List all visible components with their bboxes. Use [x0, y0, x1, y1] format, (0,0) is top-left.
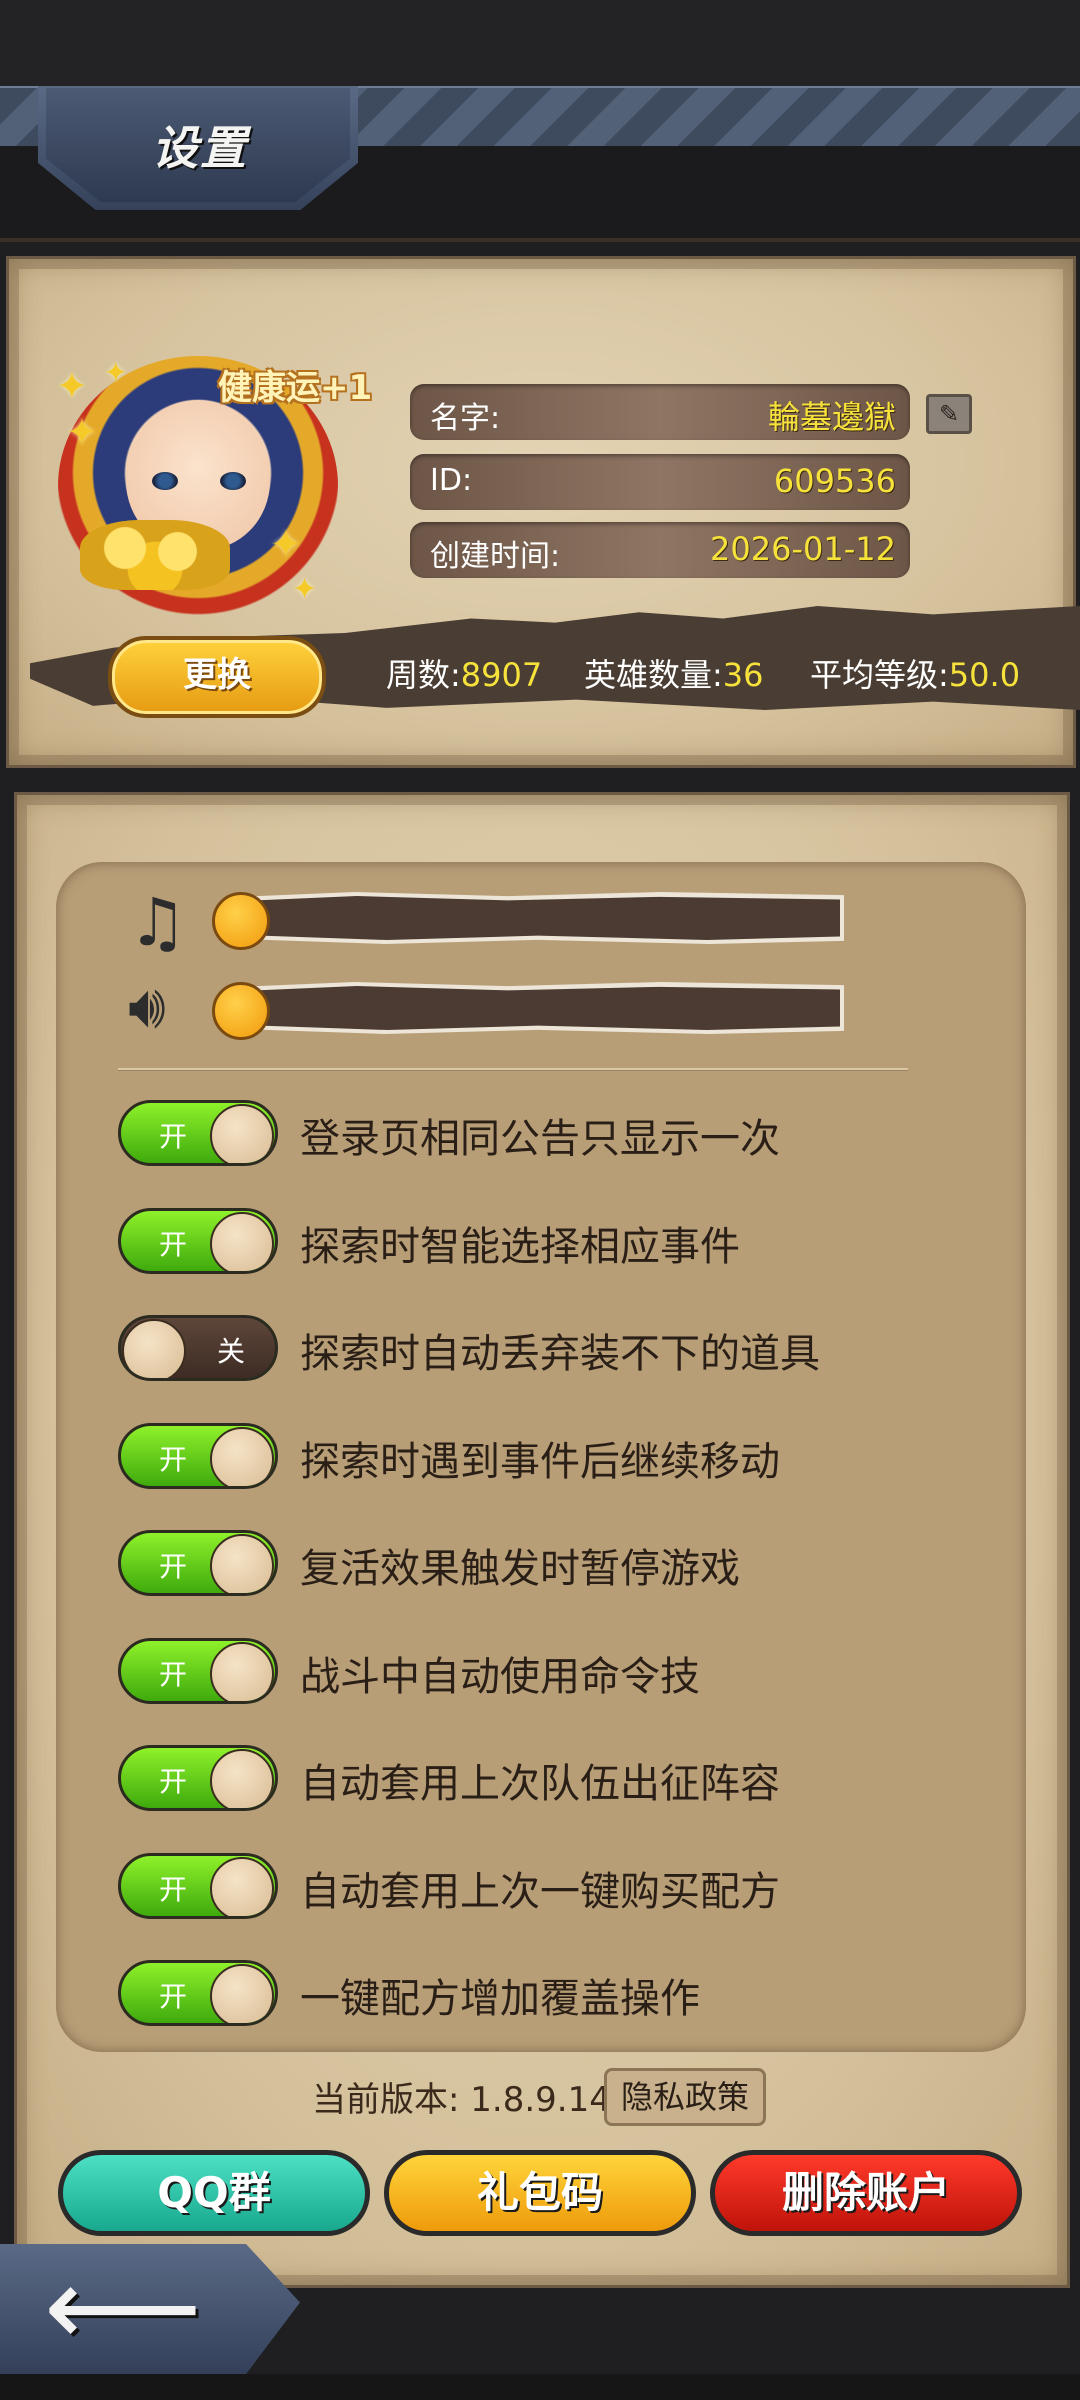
- qq-group-button[interactable]: QQ群: [58, 2150, 370, 2236]
- toggle-switch[interactable]: 开: [118, 1100, 278, 1166]
- heroes-value: 36: [722, 656, 764, 694]
- id-value: 609536: [773, 462, 896, 500]
- name-value: 輪墓邊獄: [767, 398, 896, 436]
- fortune-tag: 健康运+1: [218, 368, 373, 408]
- toggle-switch[interactable]: 关: [118, 1315, 278, 1381]
- id-label: ID:: [430, 463, 473, 498]
- music-volume-slider[interactable]: [236, 896, 840, 940]
- gold-ingot-decoration: [80, 520, 230, 590]
- back-arrow-icon: ⟵: [44, 2243, 202, 2371]
- setting-label: 一键配方增加覆盖操作: [300, 1976, 700, 2022]
- toggle-switch[interactable]: 开: [118, 1960, 278, 2026]
- avg-level-stat: 平均等级:50.0: [810, 650, 1020, 696]
- divider: [118, 1068, 908, 1070]
- created-row: 创建时间: 2026-01-12: [410, 522, 910, 578]
- delete-account-button[interactable]: 删除账户: [710, 2150, 1022, 2236]
- heroes-label: 英雄数量:: [584, 656, 723, 694]
- avatar-right-eye: [220, 472, 246, 490]
- speaker-icon: 🔊︎: [128, 972, 166, 1042]
- toggle-state-label: 开: [159, 1765, 188, 1798]
- sparkle-icon: ✦: [104, 356, 128, 389]
- avg-level-label: 平均等级:: [810, 656, 949, 694]
- weeks-stat: 周数:8907: [386, 650, 542, 696]
- bottom-edge: [0, 2374, 1080, 2400]
- sound-volume-slider[interactable]: [236, 986, 840, 1030]
- toggle-state-label: 开: [159, 1873, 188, 1906]
- toggle-knob: [210, 1749, 274, 1808]
- sparkle-icon: ✦: [270, 522, 302, 566]
- toggle-switch[interactable]: 开: [118, 1530, 278, 1596]
- setting-label: 自动套用上次队伍出征阵容: [300, 1761, 780, 1807]
- music-note-icon: ♫: [128, 884, 188, 961]
- change-avatar-label: 更换: [183, 655, 251, 695]
- toggle-switch[interactable]: 开: [118, 1423, 278, 1489]
- toggle-state-label: 开: [159, 1550, 188, 1583]
- toggle-switch[interactable]: 开: [118, 1638, 278, 1704]
- edit-name-icon[interactable]: ✎: [926, 394, 972, 434]
- setting-label: 自动套用上次一键购买配方: [300, 1869, 780, 1915]
- toggle-switch[interactable]: 开: [118, 1745, 278, 1811]
- toggle-state-label: 关: [216, 1335, 245, 1368]
- avg-level-value: 50.0: [948, 656, 1021, 694]
- heroes-stat: 英雄数量:36: [584, 650, 764, 696]
- toggle-switch[interactable]: 开: [118, 1208, 278, 1274]
- weeks-value: 8907: [460, 656, 543, 694]
- setting-label: 战斗中自动使用命令技: [300, 1654, 700, 1700]
- toggle-state-label: 开: [159, 1980, 188, 2013]
- sound-slider-handle[interactable]: [212, 982, 270, 1040]
- setting-label: 探索时遇到事件后继续移动: [300, 1439, 780, 1485]
- toggle-knob: [210, 1534, 274, 1593]
- created-value: 2026-01-12: [710, 530, 896, 568]
- setting-label: 探索时智能选择相应事件: [300, 1224, 740, 1270]
- toggle-knob: [210, 1642, 274, 1701]
- id-row: ID: 609536: [410, 454, 910, 510]
- toggle-state-label: 开: [159, 1120, 188, 1153]
- toggle-switch[interactable]: 开: [118, 1853, 278, 1919]
- name-label: 名字:: [430, 401, 501, 436]
- setting-label: 复活效果触发时暂停游戏: [300, 1546, 740, 1592]
- avatar-left-eye: [152, 472, 178, 490]
- sparkle-icon: ✦: [56, 364, 88, 408]
- status-bar-area: [0, 0, 1080, 86]
- name-row: 名字: 輪墓邊獄: [410, 384, 910, 440]
- toggle-state-label: 开: [159, 1228, 188, 1261]
- sparkle-icon: ✦: [292, 572, 318, 607]
- toggle-state-label: 开: [159, 1658, 188, 1691]
- setting-label: 登录页相同公告只显示一次: [300, 1116, 780, 1162]
- toggle-knob: [210, 1427, 274, 1486]
- toggle-knob: [210, 1212, 274, 1271]
- setting-label: 探索时自动丢弃装不下的道具: [300, 1331, 820, 1377]
- toggle-knob: [210, 1964, 274, 2023]
- toggle-knob: [210, 1104, 274, 1163]
- sparkle-icon: ✦: [66, 410, 98, 454]
- music-slider-handle[interactable]: [212, 892, 270, 950]
- toggle-knob: [122, 1319, 186, 1378]
- weeks-label: 周数:: [386, 656, 461, 694]
- toggle-state-label: 开: [159, 1443, 188, 1476]
- toggle-knob: [210, 1857, 274, 1916]
- created-label: 创建时间:: [430, 539, 561, 574]
- version-text: 当前版本: 1.8.9.14: [312, 2080, 611, 2120]
- gift-code-button[interactable]: 礼包码: [384, 2150, 696, 2236]
- privacy-policy-button[interactable]: 隐私政策: [604, 2068, 766, 2126]
- page-title: 设置: [152, 121, 248, 175]
- change-avatar-button[interactable]: 更换: [108, 636, 326, 718]
